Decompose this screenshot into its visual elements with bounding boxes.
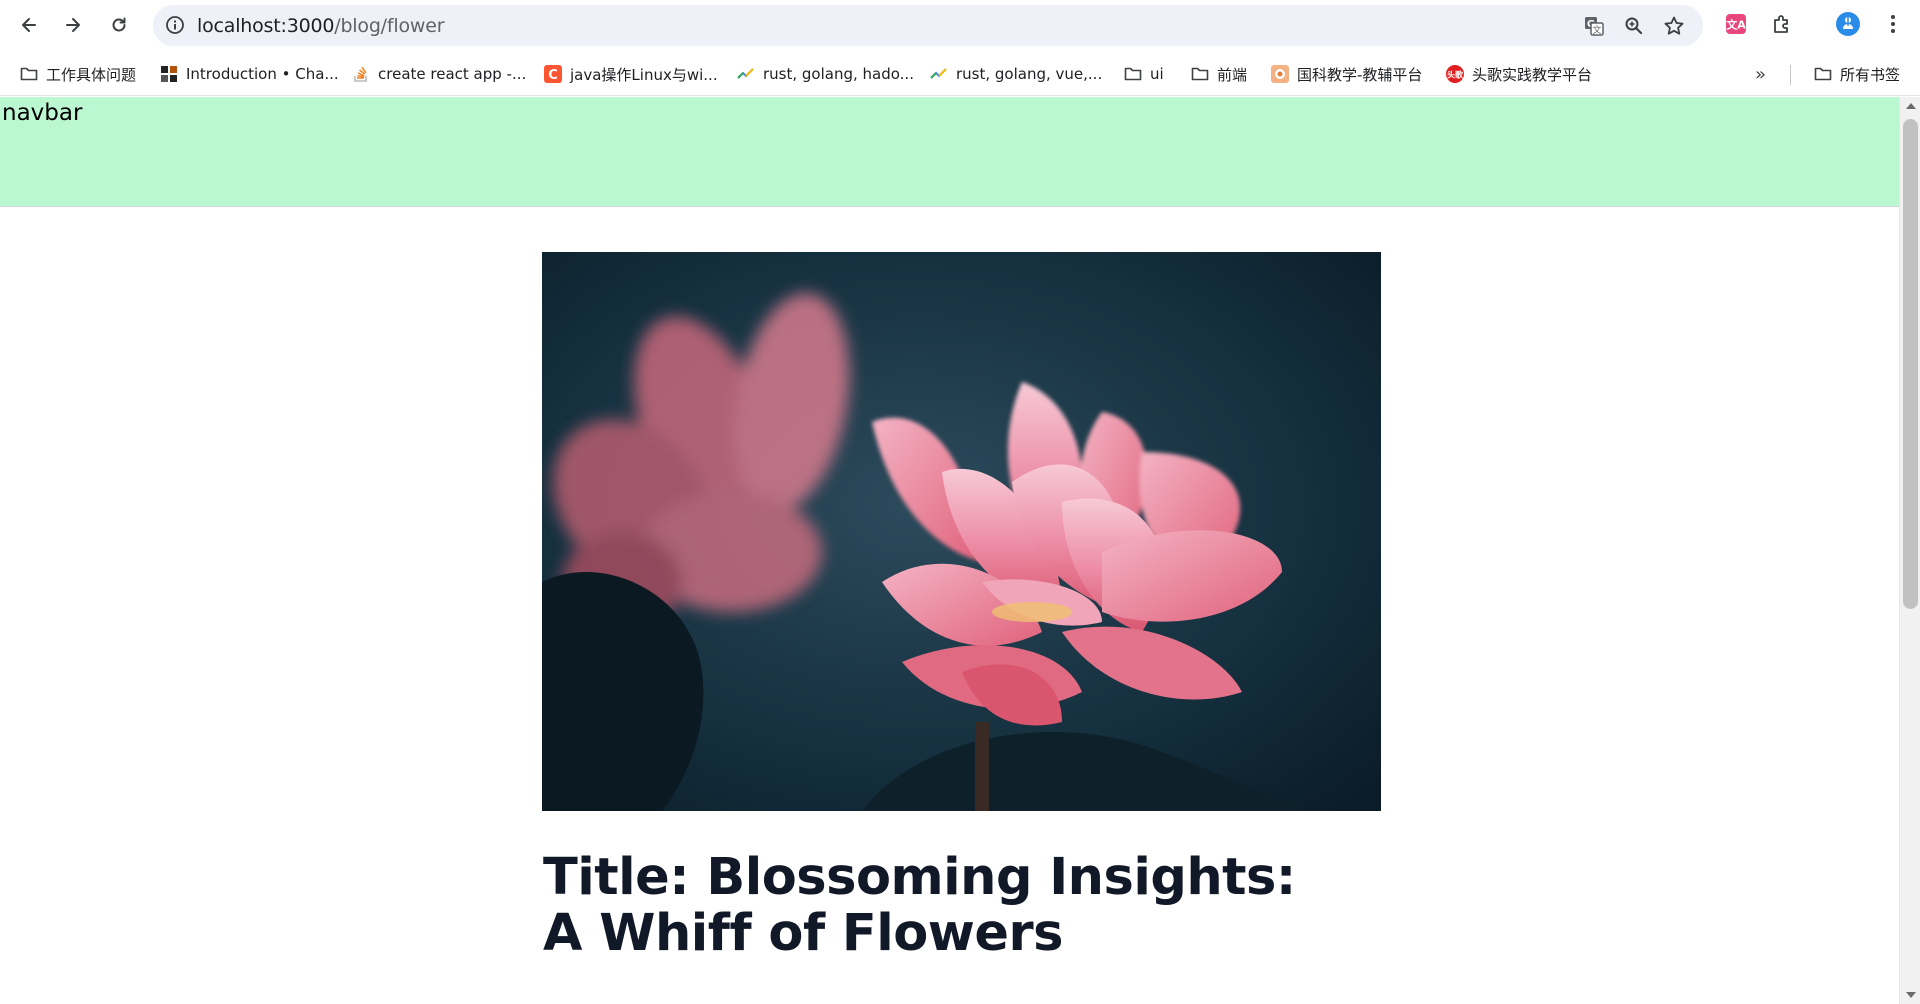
site-info-icon[interactable]: [165, 15, 185, 35]
bookmark-label: 前端: [1217, 65, 1248, 84]
page-scrollbar[interactable]: [1899, 97, 1920, 1004]
bookmark-label: 国科教学-教辅平台: [1297, 65, 1423, 84]
trend-icon: [930, 65, 948, 83]
site-favicon: [1271, 65, 1289, 83]
bookmark-star-button[interactable]: [1661, 13, 1687, 39]
url-path: /blog/flower: [334, 15, 445, 37]
bookmark-folder-frontend[interactable]: 前端: [1191, 63, 1247, 85]
bookmark-folder-ui[interactable]: ui: [1124, 63, 1164, 85]
folder-icon: [1124, 65, 1142, 83]
bookmark-introduction[interactable]: Introduction • Cha...: [160, 63, 339, 85]
bookmark-label: rust, golang, hado...: [763, 65, 914, 83]
lotus-flower-image: [542, 252, 1381, 811]
url-text[interactable]: localhost:3000/blog/flower: [197, 15, 445, 37]
bookmark-label: java操作Linux与wi...: [570, 65, 718, 84]
url-host: localhost:3000: [197, 15, 335, 37]
zoom-button[interactable]: [1621, 13, 1647, 39]
all-bookmarks-button[interactable]: 所有书签: [1814, 63, 1900, 85]
scroll-up-arrow-icon[interactable]: [1906, 103, 1916, 109]
bookmark-rust-golang-vue[interactable]: rust, golang, vue,...: [930, 63, 1102, 85]
puzzle-icon: [1774, 15, 1788, 33]
forward-arrow-icon: [66, 18, 80, 32]
scroll-down-arrow-icon[interactable]: [1906, 992, 1916, 998]
star-icon: [1664, 16, 1684, 35]
navbar-text: navbar: [2, 100, 83, 126]
reload-button[interactable]: [103, 9, 135, 41]
browser-toolbar: localhost:3000/blog/flower G文 文A: [0, 0, 1920, 51]
bookmark-create-react-app[interactable]: create react app -...: [352, 63, 526, 85]
bookmark-label: 工作具体问题: [46, 65, 137, 84]
bookmark-folder-work[interactable]: 工作具体问题: [20, 63, 136, 85]
forward-button[interactable]: [57, 9, 89, 41]
kebab-menu-icon: [1891, 15, 1895, 33]
bookmark-guoke[interactable]: 国科教学-教辅平台: [1271, 63, 1422, 85]
bookmark-label: ui: [1150, 65, 1164, 83]
page-title: Title: Blossoming Insights: A Whiff of F…: [543, 848, 1296, 963]
bookmark-label: Introduction • Cha...: [186, 65, 339, 83]
address-bar[interactable]: localhost:3000/blog/flower G文: [153, 5, 1703, 46]
bookmark-java-linux[interactable]: C java操作Linux与wi...: [544, 63, 718, 85]
hero-image: [542, 252, 1381, 811]
bookmark-rust-golang-hadoop[interactable]: rust, golang, hado...: [737, 63, 914, 85]
chevron-double-right-icon: »: [1755, 63, 1767, 85]
trend-icon: [737, 65, 755, 83]
bookmark-label: create react app -...: [378, 65, 527, 83]
translate-button[interactable]: G文: [1581, 13, 1607, 39]
bookmarks-divider: [1790, 65, 1791, 85]
site-favicon: [160, 65, 178, 83]
folder-icon: [1814, 65, 1832, 83]
back-arrow-icon: [22, 18, 36, 32]
bookmark-touge[interactable]: 头歌 头歌实践教学平台: [1446, 63, 1592, 85]
bookmarks-overflow-button[interactable]: »: [1755, 63, 1766, 85]
folder-icon: [20, 65, 38, 83]
profile-avatar-icon: [1836, 12, 1860, 36]
zoom-icon: [1625, 17, 1643, 35]
profile-button[interactable]: [1835, 11, 1861, 37]
extensions-button[interactable]: [1769, 11, 1795, 37]
navbar: navbar: [0, 97, 1899, 207]
csdn-icon: C: [544, 65, 562, 83]
stackoverflow-icon: [352, 65, 370, 83]
bookmark-label: rust, golang, vue,...: [956, 65, 1103, 83]
back-button[interactable]: [13, 9, 45, 41]
all-bookmarks-label: 所有书签: [1840, 65, 1901, 84]
svg-text:头歌: 头歌: [1447, 70, 1464, 80]
reload-icon: [112, 17, 126, 32]
browser-menu-button[interactable]: [1880, 11, 1906, 37]
bookmarks-bar: 工作具体问题 Introduction • Cha... create reac…: [0, 51, 1920, 96]
svg-text:文: 文: [1592, 24, 1601, 36]
translate-icon: G文: [1585, 17, 1604, 36]
translate-extension-button[interactable]: 文A: [1723, 11, 1749, 37]
folder-icon: [1191, 65, 1209, 83]
svg-text:C: C: [548, 68, 558, 83]
bookmark-label: 头歌实践教学平台: [1472, 65, 1593, 84]
svg-text:文A: 文A: [1726, 18, 1746, 32]
translate-extension-icon: 文A: [1726, 14, 1746, 34]
page-viewport: navbar Title: Blossoming Insights: A Whi…: [0, 97, 1899, 1004]
scrollbar-thumb[interactable]: [1903, 119, 1918, 609]
site-favicon: 头歌: [1446, 65, 1464, 83]
